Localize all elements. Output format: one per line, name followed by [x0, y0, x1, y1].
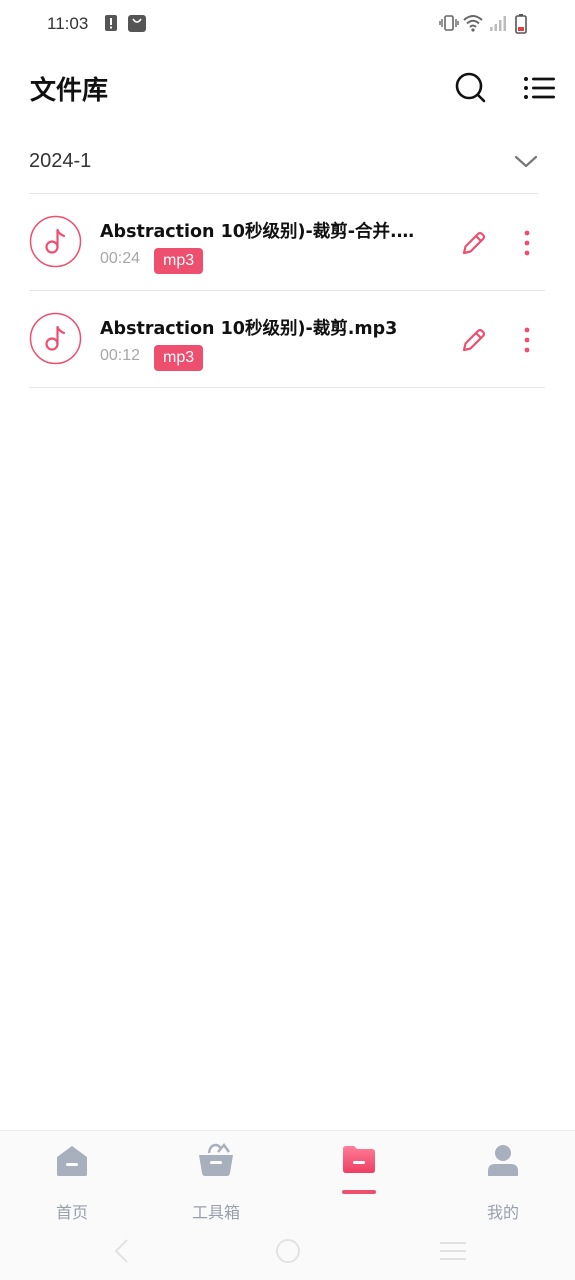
file-list-item[interactable]: Abstraction 10秒级别)-裁剪.mp3 00:12 mp3 [29, 291, 545, 388]
file-format-badge: mp3 [154, 345, 204, 371]
home-circle-icon[interactable] [274, 1237, 302, 1269]
more-options-button[interactable] [515, 325, 539, 355]
tab-home-label: 首页 [55, 1203, 88, 1222]
edit-button[interactable] [459, 228, 489, 258]
file-duration: 00:12 [100, 347, 141, 364]
file-duration: 00:24 [100, 250, 141, 267]
home-icon [54, 1143, 90, 1181]
toolbox-icon [198, 1143, 234, 1181]
active-tab-indicator [342, 1190, 376, 1194]
tab-toolbox-label: 工具箱 [191, 1203, 240, 1222]
chevron-down-icon [514, 150, 538, 178]
shopping-bag-icon [128, 14, 146, 36]
page-title: 文件库 [30, 76, 109, 106]
signal-icon [489, 14, 507, 36]
date-group-label: 2024-1 [29, 150, 92, 172]
folder-icon [341, 1143, 377, 1181]
file-library-screen: 11:03 文件库 2024-1 Abstraction 10秒级别)-裁剪-合… [0, 0, 575, 1280]
vibrate-icon [439, 14, 459, 36]
music-note-icon [29, 312, 82, 365]
battery-icon [515, 14, 527, 38]
file-list-item[interactable]: Abstraction 10秒级别)-裁剪-合并.mp3 00:24 mp3 [29, 194, 545, 291]
list-menu-icon [524, 77, 555, 99]
back-icon[interactable] [112, 1237, 132, 1269]
more-options-button[interactable] [515, 228, 539, 258]
tab-profile[interactable]: 我的 [453, 1143, 553, 1223]
pencil-icon [462, 231, 486, 255]
search-icon [455, 72, 486, 103]
alert-icon [105, 14, 117, 36]
profile-icon [485, 1143, 521, 1181]
tab-home[interactable]: 首页 [22, 1143, 122, 1223]
music-note-icon [29, 215, 82, 268]
list-menu-button[interactable] [522, 70, 558, 106]
system-navigation-bar [0, 1225, 575, 1280]
more-vertical-icon [524, 230, 530, 256]
file-name: Abstraction 10秒级别)-裁剪-合并.mp3 [100, 222, 420, 242]
tab-profile-label: 我的 [486, 1203, 519, 1222]
tab-toolbox[interactable]: 工具箱 [166, 1143, 266, 1223]
file-format-badge: mp3 [154, 248, 204, 274]
status-time: 11:03 [47, 14, 89, 33]
edit-button[interactable] [459, 325, 489, 355]
search-button[interactable] [453, 70, 489, 106]
file-name: Abstraction 10秒级别)-裁剪.mp3 [100, 319, 398, 339]
status-bar: 11:03 [0, 0, 575, 48]
pencil-icon [462, 328, 486, 352]
more-vertical-icon [524, 327, 530, 353]
recents-icon[interactable] [439, 1237, 467, 1269]
wifi-icon [463, 14, 483, 36]
tab-file-library[interactable] [309, 1143, 409, 1223]
date-group-header[interactable]: 2024-1 [29, 138, 538, 194]
